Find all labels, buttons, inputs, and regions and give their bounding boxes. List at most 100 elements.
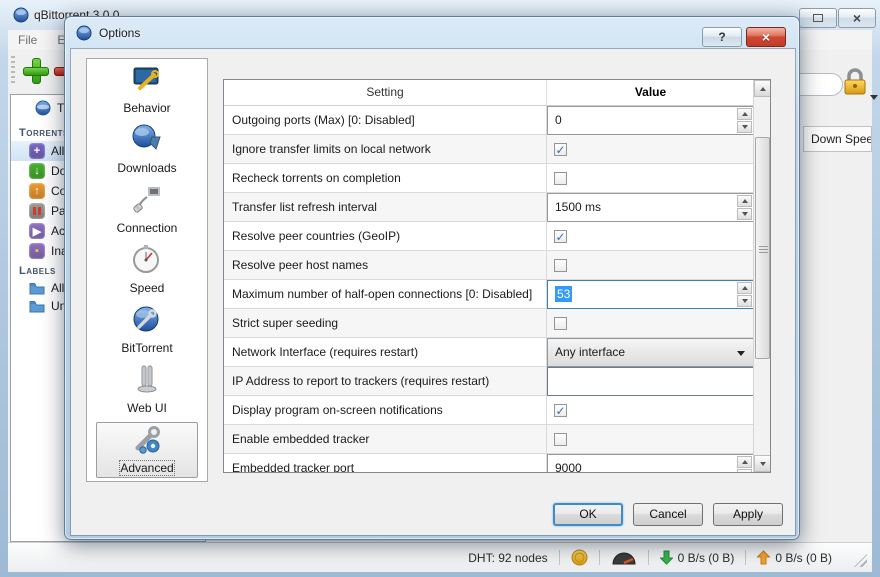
dropdown-value: Any interface: [555, 339, 625, 366]
connection-status-button[interactable]: [571, 549, 588, 566]
sidebar-item-downloads[interactable]: Downloads: [96, 122, 198, 178]
setting-label: Embedded tracker port: [224, 454, 547, 473]
spin-buttons: [737, 456, 752, 473]
value-cell: Any interface: [547, 338, 754, 366]
filter-status-icon: ↓: [29, 163, 45, 179]
upload-speed-status: 0 B/s (0 B): [757, 550, 832, 565]
spin-up-button[interactable]: [737, 195, 752, 207]
options-dialog-titlebar[interactable]: Options: [65, 17, 799, 49]
dialog-button-row: OK Cancel Apply: [71, 503, 795, 526]
value-cell: [547, 309, 754, 337]
triangle-up-icon: [742, 199, 748, 203]
value-checkbox[interactable]: [554, 317, 567, 330]
downloads-icon: [131, 123, 163, 158]
value-cell: 53: [547, 280, 754, 308]
apply-button[interactable]: Apply: [713, 503, 783, 526]
filter-status-icon: ▶: [29, 223, 45, 239]
options-category-sidebar: Behavior Downloads ConnectionSpeed BitTorre…: [86, 58, 208, 482]
value-checkbox[interactable]: ✓: [554, 143, 567, 156]
qbittorrent-logo-icon: [13, 7, 29, 26]
value-checkbox[interactable]: ✓: [554, 404, 567, 417]
speed-limits-button[interactable]: [611, 550, 637, 565]
spin-up-button[interactable]: [737, 108, 752, 120]
filter-status-icon: +: [29, 143, 45, 159]
help-button[interactable]: ?: [702, 27, 742, 47]
column-header-setting[interactable]: Setting: [224, 80, 547, 106]
spin-down-button[interactable]: [737, 121, 752, 133]
options-dialog: Options ? × BehaviorDownloadsConnectionS…: [64, 16, 800, 540]
setting-label: IP Address to report to trackers (requir…: [224, 367, 547, 395]
folder-icon: [29, 281, 45, 295]
speed-icon: [131, 243, 163, 278]
sidebar-item-label: Behavior: [123, 101, 170, 115]
value-spinbox[interactable]: 53: [547, 280, 754, 309]
sidebar-item-label: Downloads: [117, 161, 176, 175]
spin-down-button[interactable]: [737, 469, 752, 473]
value-cell: 0: [547, 106, 754, 134]
value-checkbox[interactable]: [554, 259, 567, 272]
sidebar-item-web-ui[interactable]: Web UI: [96, 362, 198, 418]
sidebar-item-advanced[interactable]: Advanced: [96, 422, 198, 478]
thumb-grip-icon: [759, 246, 768, 253]
value-text-input[interactable]: [547, 367, 754, 396]
chevron-down-icon: [737, 351, 745, 356]
check-icon: ✓: [555, 232, 565, 242]
scrollbar-thumb[interactable]: [755, 137, 770, 359]
sidebar-item-connection[interactable]: Connection: [96, 182, 198, 238]
ok-button[interactable]: OK: [553, 503, 623, 526]
menu-file[interactable]: File: [8, 30, 47, 50]
sidebar-item-label: BitTorrent: [121, 341, 172, 355]
spin-down-button[interactable]: [737, 208, 752, 220]
add-torrent-button[interactable]: [22, 57, 50, 85]
value-cell: 9000: [547, 454, 754, 473]
scroll-down-button[interactable]: [754, 455, 771, 472]
value-checkbox[interactable]: [554, 433, 567, 446]
sidebar-item-bittorrent[interactable]: BitTorrent: [96, 302, 198, 358]
download-arrow-icon: [660, 550, 673, 565]
sidebar-item-label: Web UI: [127, 401, 167, 415]
setting-label: Display program on-screen notifications: [224, 396, 547, 424]
folder-icon: [29, 299, 45, 313]
selected-text: 53: [555, 286, 572, 302]
toolbar-grip[interactable]: [11, 56, 15, 86]
spin-down-button[interactable]: [737, 295, 752, 307]
scroll-up-button[interactable]: [754, 80, 771, 97]
table-scrollbar[interactable]: [753, 80, 770, 472]
options-dialog-title: Options: [99, 26, 140, 40]
cancel-button[interactable]: Cancel: [633, 503, 703, 526]
column-header-value[interactable]: Value: [547, 80, 754, 106]
resize-grip[interactable]: [854, 554, 867, 567]
maximize-button[interactable]: [799, 8, 837, 28]
dialog-close-button[interactable]: ×: [746, 27, 786, 47]
sidebar-item-behavior[interactable]: Behavior: [96, 62, 198, 118]
value-spinbox[interactable]: 1500 ms: [547, 193, 754, 222]
close-icon: ×: [762, 29, 770, 45]
table-row: Maximum number of half-open connections …: [224, 280, 754, 309]
value-dropdown[interactable]: Any interface: [547, 338, 754, 367]
table-row: Network Interface (requires restart)Any …: [224, 338, 754, 367]
sidebar-item-speed[interactable]: Speed: [96, 242, 198, 298]
value-checkbox[interactable]: ✓: [554, 230, 567, 243]
window-close-button[interactable]: ×: [838, 8, 876, 28]
lock-button[interactable]: [842, 68, 876, 102]
value-checkbox[interactable]: [554, 172, 567, 185]
download-speed-status: 0 B/s (0 B): [660, 550, 735, 565]
statusbar-separator: [599, 550, 600, 565]
behavior-icon: [131, 63, 163, 98]
table-row: Enable embedded tracker: [224, 425, 754, 454]
column-header-down-speed[interactable]: Down Speed: [803, 126, 872, 152]
value-spinbox[interactable]: 9000: [547, 454, 754, 473]
value-cell: [547, 164, 754, 192]
table-row: Outgoing ports (Max) [0: Disabled]0: [224, 106, 754, 135]
value-cell: ✓: [547, 222, 754, 250]
globe-icon: [35, 100, 51, 116]
table-header: Setting Value: [224, 80, 754, 106]
value-cell: ✓: [547, 135, 754, 163]
spin-up-button[interactable]: [737, 282, 752, 294]
spin-up-button[interactable]: [737, 456, 752, 468]
value-spinbox[interactable]: 0: [547, 106, 754, 135]
value-cell: [547, 367, 754, 395]
setting-label: Resolve peer host names: [224, 251, 547, 279]
triangle-down-icon: [760, 462, 766, 466]
statusbar-separator: [648, 550, 649, 565]
